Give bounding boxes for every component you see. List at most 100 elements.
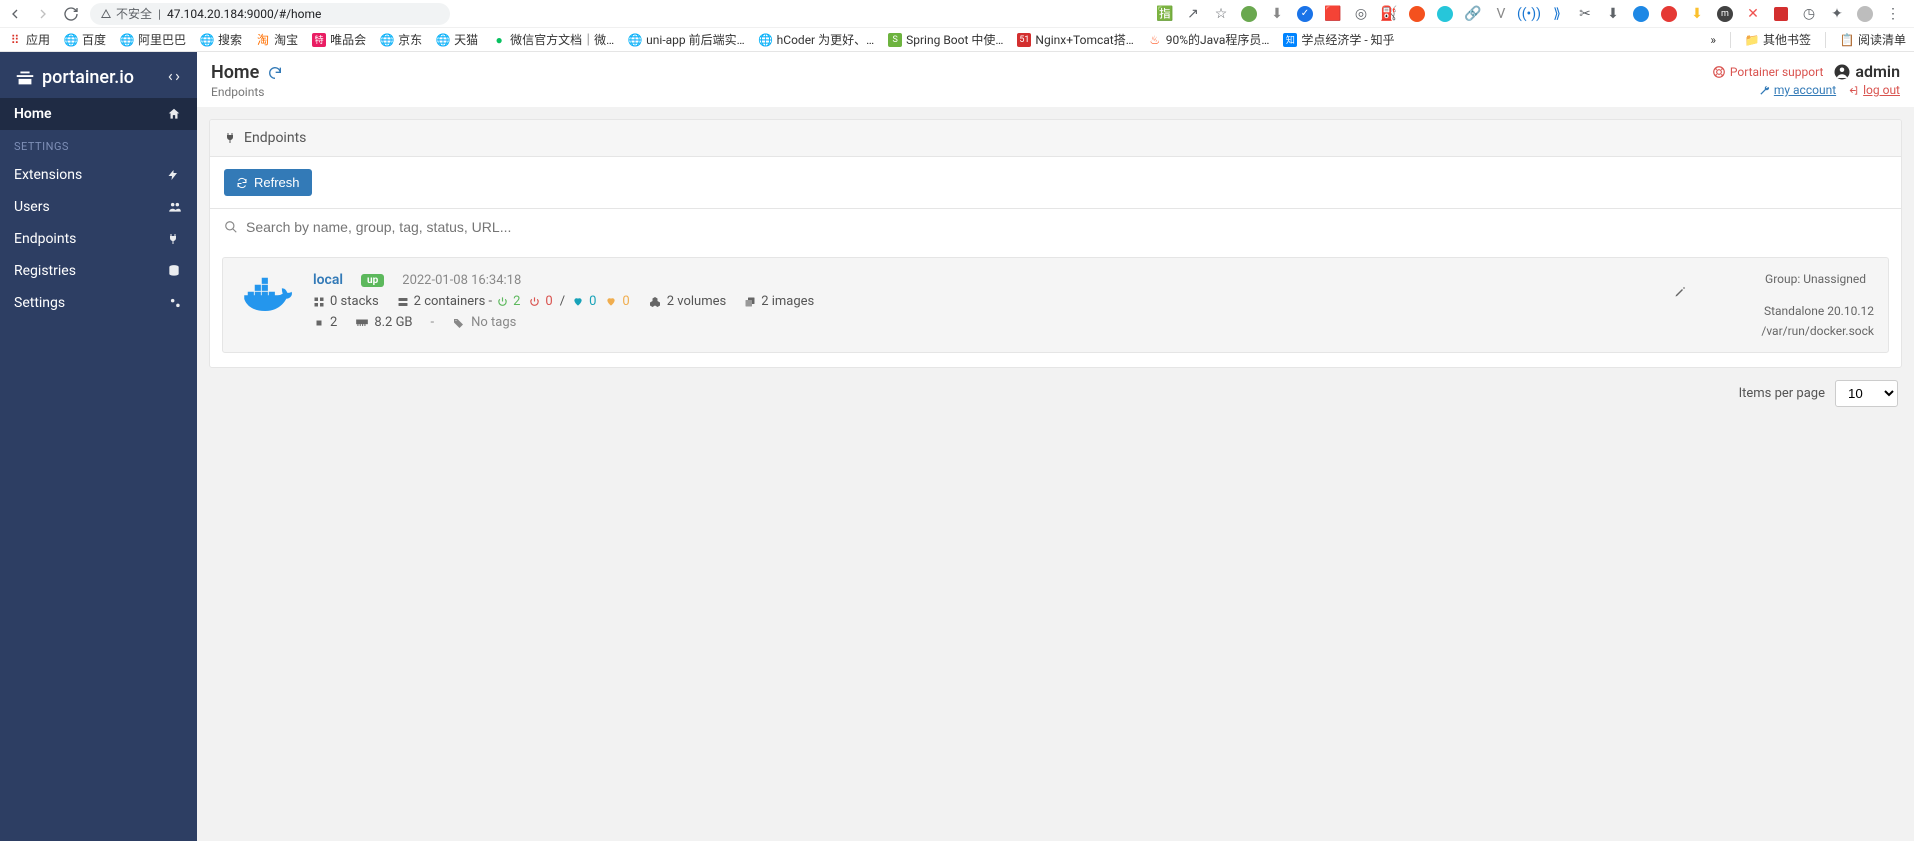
user-circle-icon [1833,63,1851,81]
panel-title: Endpoints [244,130,306,146]
my-account-link[interactable]: my account [1759,83,1836,97]
sidebar-item-home[interactable]: Home [0,98,197,130]
stat-tags: No tags [452,315,516,330]
ext-icon[interactable]: ✕ [1744,5,1762,23]
sidebar-item-label: Home [14,106,52,122]
brand-logo[interactable]: portainer.io [0,52,197,98]
ext-icon[interactable]: ◎ [1352,5,1370,23]
bookmark-item[interactable]: 51Nginx+Tomcat搭… [1017,31,1133,48]
user-chip[interactable]: admin [1833,62,1900,81]
bookmark-item[interactable]: 🌐百度 [64,31,106,48]
ext-icon[interactable]: ✂ [1576,5,1594,23]
profile-icon[interactable] [1856,5,1874,23]
sidebar-item-endpoints[interactable]: Endpoints [0,223,197,255]
bookmark-item[interactable]: 知学点经济学 - 知乎 [1283,31,1394,48]
ext-icon[interactable] [1772,5,1790,23]
search-row [210,208,1901,245]
sidebar-item-extensions[interactable]: Extensions [0,159,197,191]
endpoint-name: local [313,272,343,288]
sidebar-item-label: Settings [14,295,65,311]
portainer-logo-icon [14,66,36,88]
ext-icon[interactable]: 🔗 [1464,5,1482,23]
bookmark-item[interactable]: 🌐uni-app 前后端实… [628,31,745,48]
database-icon [167,264,183,278]
ext-icon[interactable]: ◷ [1800,5,1818,23]
bookmark-apps[interactable]: ⠿应用 [8,31,50,48]
pagination-row: Items per page 10 [209,368,1902,407]
ext-icon[interactable] [1660,5,1678,23]
extensions-icon[interactable]: ✦ [1828,5,1846,23]
memory-icon [355,318,369,328]
separator [1730,32,1731,48]
pencil-icon[interactable] [1674,286,1874,298]
ext-icon[interactable]: ⬇ [1688,5,1706,23]
bookmark-item[interactable]: 🌐hCoder 为更好、… [759,31,874,48]
signout-icon [1848,85,1859,96]
refresh-title-icon[interactable] [267,65,283,81]
bookmark-item[interactable]: 淘淘宝 [256,31,298,48]
page-title: Home [211,62,259,83]
sidebar-item-label: Endpoints [14,231,76,247]
slash: / [560,294,565,309]
bookmark-item[interactable]: SSpring Boot 中使… [888,31,1003,48]
ext-icon[interactable]: m [1716,5,1734,23]
ext-icon[interactable]: ⬇ [1268,5,1286,23]
endpoint-right: Group: Unassigned Standalone 20.10.12 /v… [1674,272,1874,338]
bookmark-item[interactable]: ♨90%的Java程序员… [1148,31,1270,48]
status-badge: up [361,274,384,287]
sidebar-item-label: Users [14,199,50,215]
other-bookmarks[interactable]: 📁其他书签 [1745,31,1811,48]
bookmark-item[interactable]: 🌐京东 [380,31,422,48]
separator [1825,32,1826,48]
back-button[interactable] [6,5,24,23]
stat-stacks: 0 stacks [313,294,379,309]
translate-icon[interactable]: 🈯 [1156,5,1174,23]
reload-button[interactable] [62,5,80,23]
sidebar-item-settings[interactable]: Settings [0,287,197,319]
bookmark-overflow[interactable]: » [1710,33,1716,47]
ext-icon[interactable]: ✓ [1296,5,1314,23]
title-block: Home Endpoints [211,62,283,99]
bolt-icon [167,168,183,182]
support-link[interactable]: Portainer support [1712,65,1824,79]
ext-icon[interactable]: V [1492,5,1510,23]
bookmark-item[interactable]: 🌐搜索 [200,31,242,48]
cogs-icon [167,296,183,310]
ext-icon[interactable]: ⛽ [1380,5,1398,23]
share-icon[interactable]: ↗ [1184,5,1202,23]
ext-icon[interactable]: ((•)) [1520,5,1538,23]
panel-header: Endpoints [210,120,1901,157]
bookmark-item[interactable]: 🌐天猫 [436,31,478,48]
clone-icon [744,296,756,308]
ext-icon[interactable] [1436,5,1454,23]
bookmark-item[interactable]: 🌐阿里巴巴 [120,31,186,48]
ext-icon[interactable]: ⬇ [1604,5,1622,23]
menu-icon[interactable]: ⋮ [1884,5,1902,23]
ext-icon[interactable] [1632,5,1650,23]
sidebar-item-registries[interactable]: Registries [0,255,197,287]
reading-list[interactable]: 📋阅读清单 [1840,31,1906,48]
bookmark-item[interactable]: ●微信官方文档｜微… [492,31,614,48]
forward-button[interactable] [34,5,52,23]
ext-icon[interactable]: 🟥 [1324,5,1342,23]
collapse-icon[interactable] [167,70,183,84]
stat-images: 2 images [744,294,814,309]
browser-chrome: 不安全 | 47.104.20.184:9000/#/home 🈯 ↗ ☆ ⬇ … [0,0,1914,52]
ext-icon[interactable] [1408,5,1426,23]
bookmarks-bar: ⠿应用 🌐百度 🌐阿里巴巴 🌐搜索 淘淘宝 特唯品会 🌐京东 🌐天猫 ●微信官方… [0,27,1914,51]
sidebar-item-users[interactable]: Users [0,191,197,223]
logout-link[interactable]: log out [1848,83,1900,97]
refresh-button[interactable]: Refresh [224,169,312,196]
address-bar[interactable]: 不安全 | 47.104.20.184:9000/#/home [90,3,450,25]
stat-volumes: 2 volumes [648,294,726,309]
heartbeat-icon [605,296,617,307]
ext-icon[interactable] [1240,5,1258,23]
search-input[interactable] [246,219,1887,235]
endpoint-card[interactable]: local up 2022-01-08 16:34:18 0 stacks 2 … [222,257,1889,353]
star-icon[interactable]: ☆ [1212,5,1230,23]
bookmark-item[interactable]: 特唯品会 [312,31,366,48]
ext-icon[interactable]: ⟫ [1548,5,1566,23]
items-per-page-select[interactable]: 10 [1835,380,1898,407]
home-icon [167,107,183,121]
insecure-label: 不安全 [116,5,152,22]
